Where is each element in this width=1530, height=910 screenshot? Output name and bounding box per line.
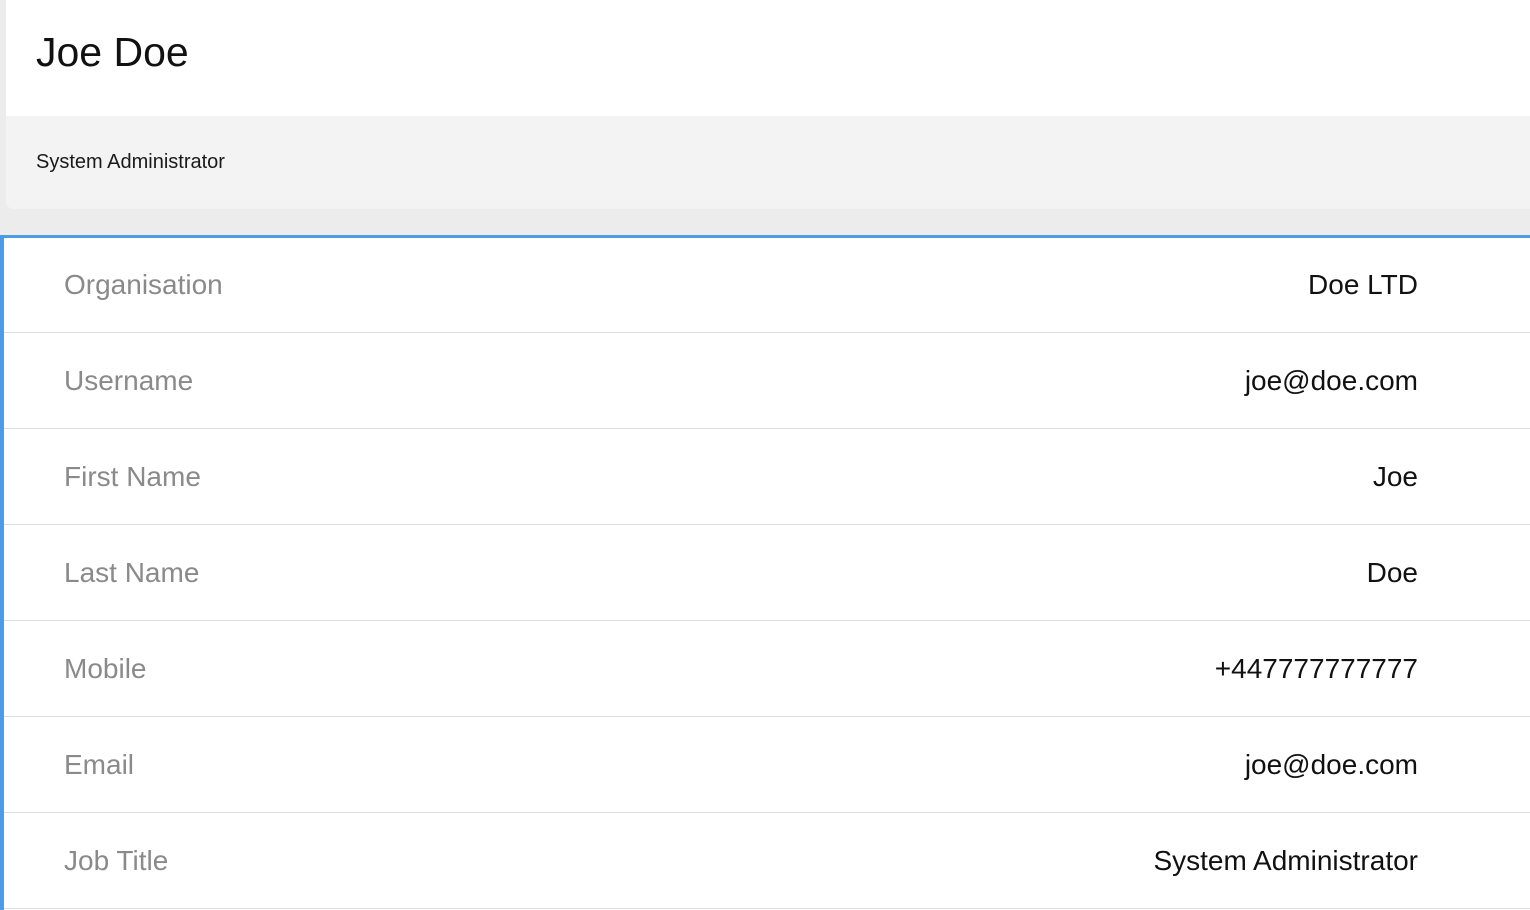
detail-label: Username: [64, 364, 194, 396]
detail-row-email: Email joe@doe.com: [4, 717, 1530, 813]
profile-page: Joe Doe System Administrator Organisatio…: [0, 0, 1530, 910]
profile-details-list: Organisation Doe LTD Username joe@doe.co…: [0, 235, 1530, 910]
detail-label: Mobile: [64, 652, 147, 684]
detail-value: joe@doe.com: [1244, 748, 1418, 780]
detail-value: Joe: [1372, 460, 1418, 492]
detail-row-mobile: Mobile +447777777777: [4, 621, 1530, 717]
profile-header-top: Joe Doe: [6, 0, 1530, 116]
user-role-text: System Administrator: [36, 151, 225, 173]
detail-row-organisation: Organisation Doe LTD: [4, 238, 1530, 333]
detail-value: System Administrator: [1153, 844, 1418, 876]
detail-value: +447777777777: [1214, 652, 1418, 684]
detail-value: joe@doe.com: [1244, 364, 1418, 396]
detail-label: Last Name: [64, 556, 200, 588]
detail-row-job-title: Job Title System Administrator: [4, 813, 1530, 909]
detail-row-first-name: First Name Joe: [4, 429, 1530, 525]
profile-header-card: Joe Doe System Administrator: [6, 0, 1530, 209]
detail-label: Email: [64, 748, 135, 780]
detail-row-last-name: Last Name Doe: [4, 525, 1530, 621]
detail-label: Organisation: [64, 269, 223, 300]
detail-value: Doe: [1366, 556, 1418, 588]
detail-row-username: Username joe@doe.com: [4, 333, 1530, 429]
user-name-title: Joe Doe: [36, 29, 189, 75]
detail-label: First Name: [64, 460, 201, 492]
detail-value: Doe LTD: [1308, 269, 1418, 300]
detail-label: Job Title: [64, 844, 169, 876]
profile-header-subtitle: System Administrator: [6, 116, 1530, 209]
